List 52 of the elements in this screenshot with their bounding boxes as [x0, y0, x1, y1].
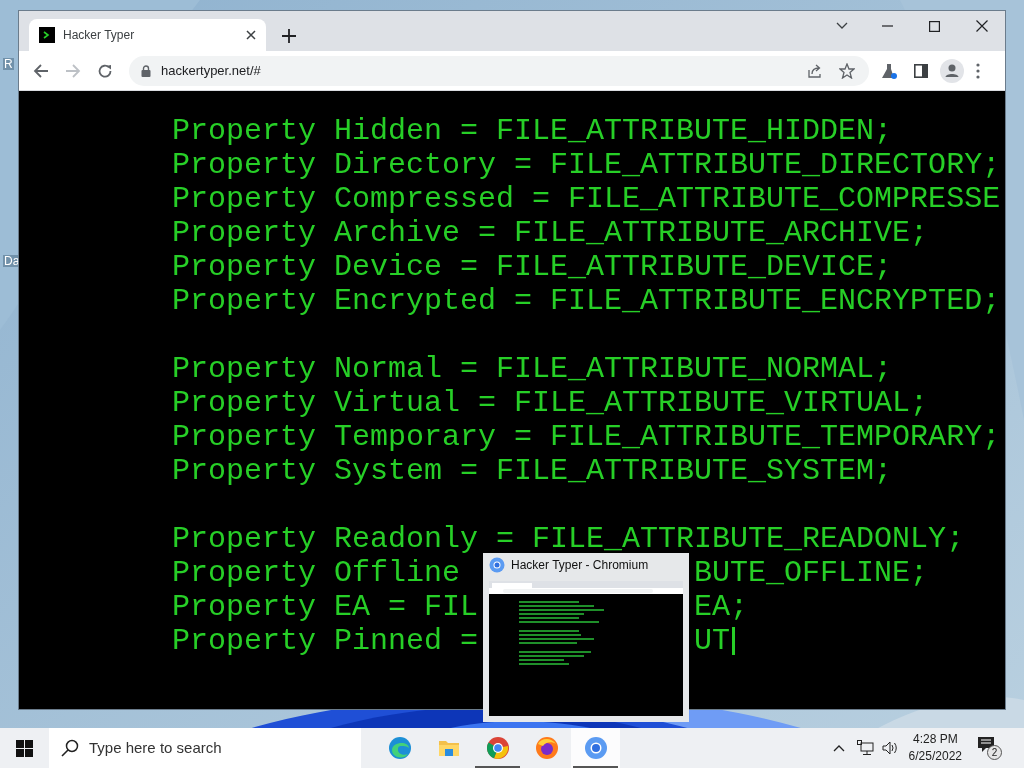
code-line: Property Normal = FILE_ATTRIBUTE_NORMAL; [172, 352, 893, 386]
clock-time[interactable]: 4:28 PM [912, 731, 958, 748]
browser-icon [387, 736, 412, 760]
reload-icon[interactable] [97, 62, 113, 79]
code-line: Property System = FILE_ATTRIBUTE_SYSTEM; [172, 454, 893, 488]
code-line: Property EA = FIL [172, 590, 479, 624]
terminal-icon [39, 27, 55, 43]
lock-icon [141, 64, 151, 77]
side-panel-icon[interactable] [914, 63, 928, 78]
code-line: Property Directory = FILE_ATTRIBUTE_DIRECTORY; [172, 148, 1001, 182]
code-line: Property Encrypted = FILE_ATTRIBUTE_ENCRYPTED; [172, 284, 1001, 318]
code-line: Property Offline [172, 556, 461, 590]
notification-icon[interactable] [978, 737, 994, 753]
code-line: Property Virtual = FILE_ATTRIBUTE_VIRTUAL; [172, 386, 929, 420]
code-line: Property Compressed = FILE_ATTRIBUTE_COMPRESSE [172, 182, 1001, 216]
chevron-down-icon[interactable] [836, 22, 848, 30]
network-icon[interactable] [856, 740, 874, 756]
back-arrow-icon[interactable] [33, 62, 49, 79]
profile-icon[interactable] [940, 58, 964, 83]
windows-start-icon[interactable] [16, 739, 33, 757]
new-tab-icon[interactable] [282, 29, 296, 43]
search-icon [61, 739, 79, 757]
browser-icon [485, 736, 510, 760]
flask-icon[interactable] [881, 62, 897, 79]
notification-count-badge: 2 [987, 745, 1002, 760]
browser-tab[interactable]: Hacker Typer [29, 19, 266, 51]
browser-icon [583, 736, 608, 760]
code-line: Property Readonly = FILE_ATTRIBUTE_READONLY; [172, 522, 965, 556]
search-field[interactable]: Type here to search [49, 728, 361, 768]
clock-date[interactable]: 6/25/2022 [908, 748, 962, 765]
close-icon[interactable] [976, 20, 988, 32]
code-line: EA; [694, 590, 748, 624]
browser-icon [534, 736, 559, 760]
chevron-up-icon[interactable] [832, 744, 845, 752]
window-preview[interactable]: Hacker Typer - Chromium [483, 553, 689, 722]
close-icon[interactable] [246, 30, 256, 40]
volume-icon[interactable] [881, 740, 899, 756]
menu-icon[interactable] [976, 62, 980, 79]
star-icon[interactable] [839, 62, 855, 79]
browser-icon [489, 557, 505, 573]
maximize-icon[interactable] [929, 20, 940, 32]
code-line: Property Pinned = [172, 624, 479, 658]
code-line: BUTE_OFFLINE; [694, 556, 929, 590]
desktop-icon-label: R [3, 58, 14, 70]
address-bar[interactable]: hackertyper.net/# [129, 55, 869, 86]
code-line: Property Archive = FILE_ATTRIBUTE_ARCHIVE; [172, 216, 929, 250]
code-line: Property Device = FILE_ATTRIBUTE_DEVICE; [172, 250, 893, 284]
share-icon[interactable] [807, 62, 823, 79]
code-line: Property Temporary = FILE_ATTRIBUTE_TEMPORARY; [172, 420, 1001, 454]
code-line: Property Hidden = FILE_ATTRIBUTE_HIDDEN; [172, 114, 893, 148]
code-line: UT [694, 624, 730, 658]
taskbar-app-button[interactable] [571, 728, 620, 768]
